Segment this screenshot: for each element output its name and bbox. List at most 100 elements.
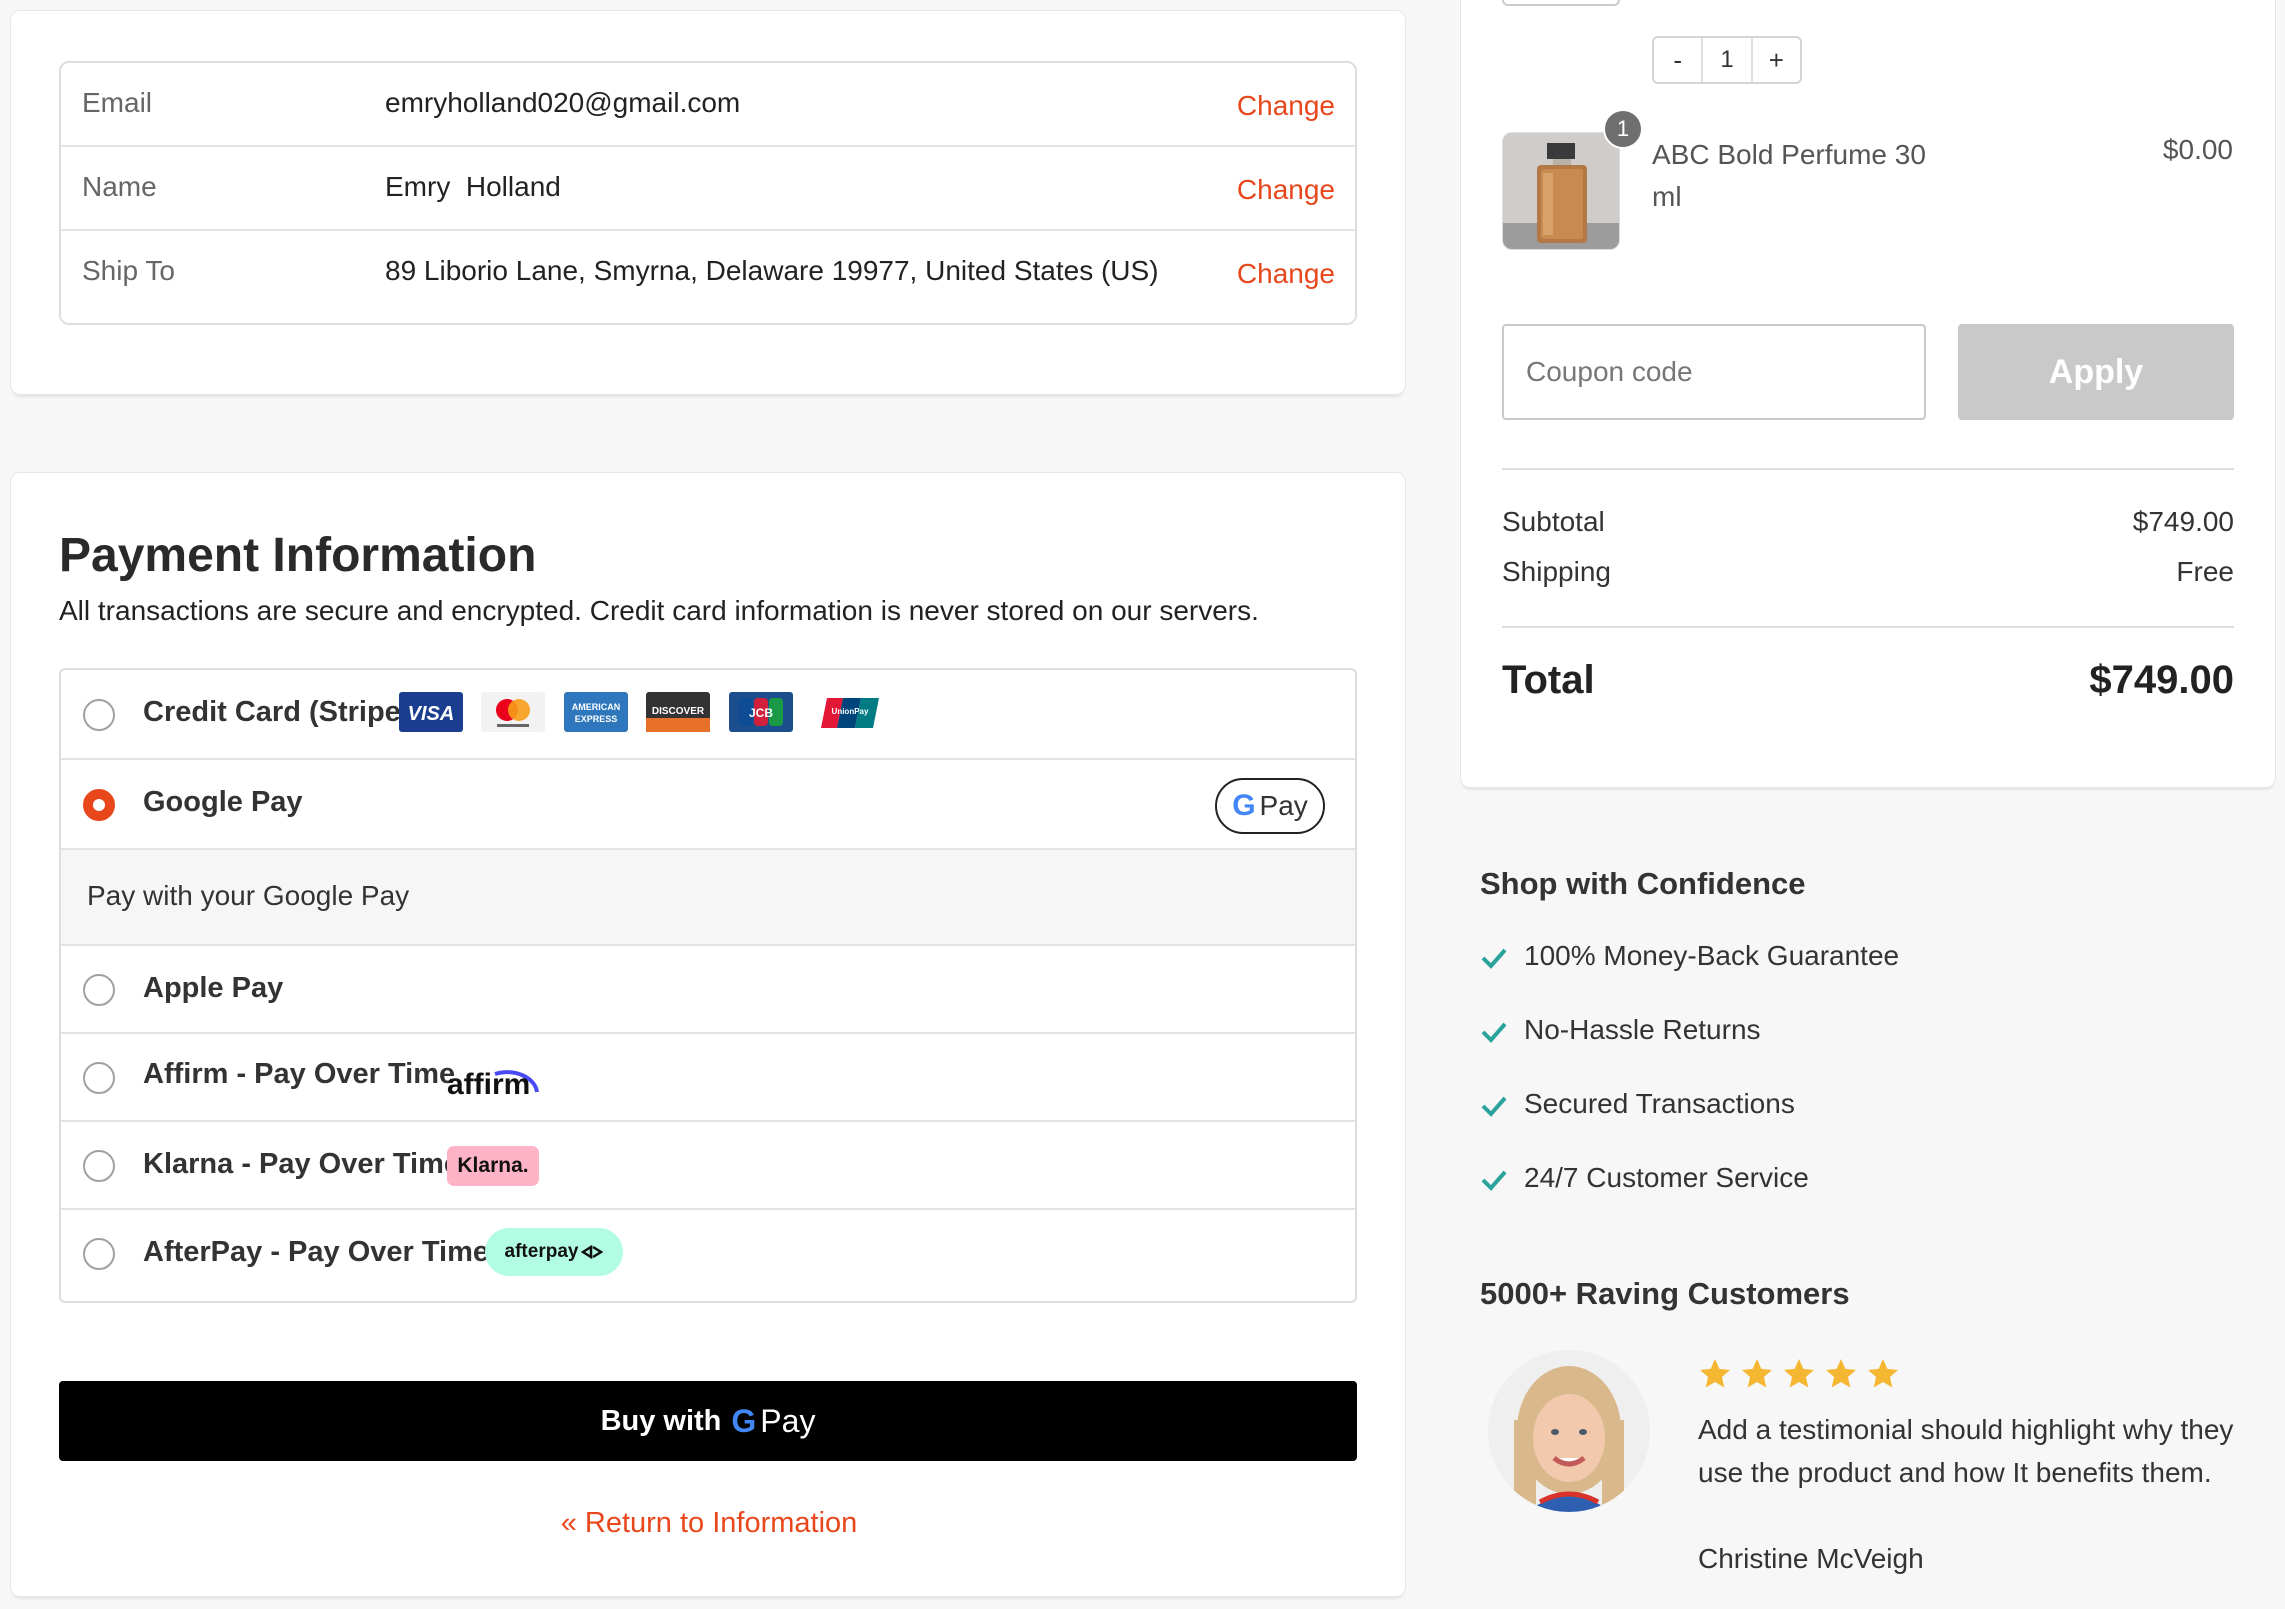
product-name: ABC Bold Perfume 30 ml — [1652, 139, 1926, 212]
buy-button-prefix: Buy with — [600, 1404, 722, 1437]
klarna-label: Klarna - Pay Over Time — [143, 1148, 461, 1180]
shop-with-confidence-title: Shop with Confidence — [1480, 866, 1806, 901]
checkmark-icon — [1481, 1170, 1507, 1191]
afterpay-label: AfterPay - Pay Over Time — [143, 1236, 490, 1268]
buy-with-google-pay-button[interactable]: Buy with G Pay — [59, 1381, 1357, 1461]
google-pay-radio[interactable] — [83, 789, 115, 821]
klarna-radio[interactable] — [83, 1150, 115, 1182]
payment-subtitle: All transactions are secure and encrypte… — [59, 595, 1259, 626]
credit-card-label: Credit Card (Stripe) — [143, 696, 411, 728]
total-label: Total — [1502, 658, 1595, 702]
payment-method-klarna[interactable]: Klarna - Pay Over Time Klarna. — [61, 1122, 1355, 1210]
google-pay-info-text: Pay with your Google Pay — [87, 880, 410, 911]
payment-method-google-pay[interactable]: Google Pay G Pay — [61, 760, 1355, 850]
star-icon — [1826, 1359, 1856, 1388]
product-quantity-badge: 1 — [1603, 109, 1643, 149]
visa-logo-icon: VISA — [399, 692, 463, 732]
credit-card-radio[interactable] — [83, 699, 115, 731]
email-value: emryholland020@gmail.com — [385, 87, 741, 118]
product-price: $0.00 — [2162, 134, 2233, 165]
return-to-information-link[interactable]: « Return to Information — [11, 1507, 1407, 1540]
subtotal-value: $749.00 — [2132, 506, 2234, 537]
reviewer-name: Christine McVeigh — [1698, 1543, 1924, 1574]
star-icon — [1868, 1359, 1898, 1388]
summary-divider — [1502, 468, 2234, 470]
change-email-link[interactable]: Change — [1237, 90, 1335, 122]
payment-method-credit-card[interactable]: Credit Card (Stripe) VISA AMERICAN EXPRES… — [61, 670, 1355, 760]
rating-stars — [1697, 1356, 1901, 1392]
confidence-item-text: Secured Transactions — [1524, 1088, 1795, 1119]
contact-row-email: Email emryholland020@gmail.com Change — [61, 63, 1355, 147]
google-pay-badge: G Pay — [1215, 778, 1325, 834]
raving-customers-title: 5000+ Raving Customers — [1480, 1276, 1850, 1311]
afterpay-radio[interactable] — [83, 1238, 115, 1270]
checkmark-icon — [1481, 1022, 1507, 1043]
quantity-stepper[interactable]: - 1 + — [1652, 36, 1802, 84]
total-value: $749.00 — [2089, 658, 2234, 702]
checkmark-icon — [1481, 1096, 1507, 1117]
payment-method-afterpay[interactable]: AfterPay - Pay Over Time afterpay — [61, 1210, 1355, 1301]
ship-to-value: 89 Liborio Lane, Smyrna, Delaware 19977,… — [385, 255, 1159, 286]
quantity-decrement-button[interactable]: - — [1654, 38, 1701, 82]
google-g-icon: G — [1232, 789, 1256, 822]
quantity-value[interactable]: 1 — [1701, 38, 1753, 82]
contact-summary-card: Email emryholland020@gmail.com Change Na… — [10, 10, 1406, 395]
svg-text:DISCOVER: DISCOVER — [652, 706, 705, 717]
change-name-link[interactable]: Change — [1237, 174, 1335, 206]
product-image — [1502, 132, 1620, 250]
payment-methods-list: Credit Card (Stripe) VISA AMERICAN EXPRES… — [59, 668, 1357, 1303]
contact-row-name: Name Emry Holland Change — [61, 147, 1355, 231]
affirm-logo-icon: affirm — [445, 1054, 541, 1101]
google-pay-info-panel: Pay with your Google Pay — [61, 850, 1355, 946]
payment-title: Payment Information — [59, 529, 537, 582]
svg-text:VISA: VISA — [408, 703, 455, 725]
google-pay-badge-text: Pay — [1259, 790, 1308, 821]
svg-text:affirm: affirm — [447, 1068, 530, 1098]
quantity-increment-button[interactable]: + — [1753, 38, 1800, 82]
confidence-item-text: No-Hassle Returns — [1524, 1014, 1761, 1045]
ship-to-label: Ship To — [82, 255, 175, 286]
email-label: Email — [82, 87, 153, 118]
payment-card: Payment Information All transactions are… — [10, 472, 1406, 1597]
google-g-icon: G — [731, 1402, 757, 1439]
previous-item-image — [1502, 0, 1620, 6]
afterpay-logo-text: afterpay — [504, 1241, 579, 1262]
total-row: Total $749.00 — [1502, 658, 2234, 703]
apple-pay-radio[interactable] — [83, 974, 115, 1006]
discover-logo-icon: DISCOVER — [646, 692, 710, 732]
amex-logo-icon: AMERICAN EXPRESS — [564, 692, 628, 732]
shipping-label: Shipping — [1502, 556, 1611, 587]
change-ship-to-link[interactable]: Change — [1237, 258, 1335, 290]
name-value: Emry Holland — [385, 171, 561, 202]
payment-method-apple-pay[interactable]: Apple Pay — [61, 946, 1355, 1034]
confidence-item-text: 100% Money-Back Guarantee — [1524, 940, 1900, 971]
star-icon — [1700, 1359, 1730, 1388]
contact-table: Email emryholland020@gmail.com Change Na… — [59, 61, 1357, 325]
name-label: Name — [82, 171, 157, 202]
affirm-radio[interactable] — [83, 1062, 115, 1094]
confidence-item-text: 24/7 Customer Service — [1524, 1162, 1809, 1193]
payment-method-affirm[interactable]: Affirm - Pay Over Time affirm — [61, 1034, 1355, 1122]
star-icon — [1784, 1359, 1814, 1388]
jcb-logo-icon: JCB — [729, 692, 793, 732]
contact-row-ship-to: Ship To 89 Liborio Lane, Smyrna, Delawar… — [61, 231, 1355, 315]
klarna-logo-icon: Klarna. — [447, 1146, 539, 1186]
svg-text:EXPRESS: EXPRESS — [575, 714, 618, 724]
svg-text:JCB: JCB — [749, 706, 773, 720]
unionpay-logo-icon: UnionPay — [821, 692, 879, 732]
afterpay-logo-icon: afterpay — [485, 1228, 623, 1276]
apple-pay-label: Apple Pay — [143, 972, 284, 1004]
reviewer-avatar — [1488, 1350, 1650, 1512]
checkmark-icon — [1481, 948, 1507, 969]
shipping-value: Free — [2176, 556, 2234, 587]
buy-button-suffix: Pay — [760, 1402, 816, 1439]
subtotal-label: Subtotal — [1502, 506, 1605, 537]
svg-text:AMERICAN: AMERICAN — [572, 702, 621, 712]
mastercard-logo-icon — [481, 692, 545, 732]
summary-divider — [1502, 626, 2234, 628]
apply-coupon-button[interactable]: Apply — [1958, 324, 2234, 420]
coupon-code-input[interactable] — [1502, 324, 1926, 420]
shipping-row: Shipping Free — [1502, 556, 2234, 588]
star-icon — [1742, 1359, 1772, 1388]
testimonial-text: Add a testimonial should highlight why t… — [1698, 1414, 2234, 1488]
